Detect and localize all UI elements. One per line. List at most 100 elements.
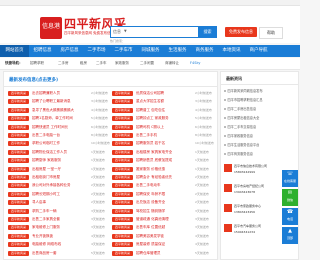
merchant-name[interactable]: 四平市信息技术有限公司 xyxy=(234,164,267,168)
listing-row[interactable]: 四平新风采 招聘普工 包吃包住 4小时前发布 xyxy=(112,107,216,115)
merchant-name[interactable]: 四平市家政服务中心 xyxy=(234,204,261,208)
listing-tag[interactable]: 四平新风采 xyxy=(112,250,133,256)
listing-row[interactable]: 四平新风采 搬家服务 价格优惠 1天前发布 xyxy=(112,166,216,174)
nav-item-business[interactable]: 商务服务 xyxy=(191,45,218,57)
merchant-name[interactable]: 四平市房地产经纪公司 xyxy=(234,184,264,188)
listing-title-link[interactable]: 家电维修上门服务 xyxy=(32,225,90,230)
listing-title-link[interactable]: 急寻了黑色大鹅蛋鹅蛋鹅大 xyxy=(32,108,90,113)
listing-tag[interactable]: 四平新风采 xyxy=(112,166,133,172)
listing-title-link[interactable]: 招聘服务员 若干名 xyxy=(136,141,194,146)
listing-row[interactable]: 四平新风采 出售车库 位置优越 3天前发布 xyxy=(112,224,216,232)
listing-title-link[interactable]: 驾校招生 随到随学 xyxy=(136,209,194,214)
listing-row[interactable]: 四平新风采 出售二手电脑一台 8小时前发布 xyxy=(8,132,112,140)
listing-title-link[interactable]: 出租临街门市房屋 xyxy=(32,175,90,180)
listing-title-link[interactable]: 求职公司临时工作 xyxy=(32,141,90,146)
search-button[interactable]: 搜索 xyxy=(198,26,217,38)
listing-row[interactable]: 四平新风采 招聘快递员 工作时间长 6小时前发布 xyxy=(8,124,112,132)
listing-tag[interactable]: 四平新风采 xyxy=(8,133,29,138)
listing-title-link[interactable]: 出租楼房 家具家电齐全 xyxy=(136,150,194,155)
listing-title-link[interactable]: 招聘长短期小时工 xyxy=(32,192,90,197)
listing-title-link[interactable]: 招聘仓库管理员 xyxy=(136,251,194,256)
listing-tag[interactable]: 四平新风采 xyxy=(112,107,133,113)
listing-tag[interactable]: 四平新风采 xyxy=(112,233,133,239)
sidebar-news-link[interactable]: 四平新风采同城信息发布 xyxy=(224,88,263,93)
listing-title-link[interactable]: 招聘司机 C照以上 xyxy=(136,125,194,130)
listing-row[interactable]: 四平新风采 出售二手手机 8小时前发布 xyxy=(112,132,216,140)
quick-nav-item-shop-transfer[interactable]: 商铺转让 xyxy=(165,61,179,66)
listing-title-link[interactable]: 优质保洁公司招聘 xyxy=(136,91,194,96)
listing-tag[interactable]: 四平新风采 xyxy=(112,116,133,122)
listing-row[interactable]: 四平新风采 驾校招生 随到随学 3天前发布 xyxy=(112,208,216,216)
listing-title-link[interactable]: 出兑饭店 设备齐全 xyxy=(136,200,194,205)
quick-nav-item-cars[interactable]: 二手车 xyxy=(96,61,107,66)
search-category-select[interactable]: 信息 xyxy=(113,29,121,35)
listing-title-link[interactable]: 招聘保安 年龄不限 xyxy=(136,192,194,197)
listing-title-link[interactable]: 招聘1名厨师，单工作时间 xyxy=(32,116,90,121)
listing-title-link[interactable]: 出售二手电脑一台 xyxy=(32,133,90,138)
listing-row[interactable]: 四平新风采 急寻了黑色大鹅蛋鹅蛋鹅大 4小时前发布 xyxy=(8,107,112,115)
chevron-down-icon[interactable]: ▼ xyxy=(124,29,127,33)
listing-title-link[interactable]: 搬家服务 价格优惠 xyxy=(136,167,194,172)
sidebar-news-link[interactable]: 四平二手房出售信息 xyxy=(224,106,256,111)
listing-title-link[interactable]: 专业开锁换锁 xyxy=(32,234,90,239)
listing-tag[interactable]: 四平新风采 xyxy=(8,191,29,197)
nav-item-life-service[interactable]: 生活服务 xyxy=(164,45,191,57)
listing-tag[interactable]: 四平新风采 xyxy=(8,149,29,155)
listing-row[interactable]: 四平新风采 招聘司机 C照以上 6小时前发布 xyxy=(112,124,216,132)
listing-title-link[interactable]: 求购二手车一辆 xyxy=(32,209,90,214)
listing-title-link[interactable]: 招聘美容美发学徒 xyxy=(136,234,194,239)
listing-row[interactable]: 四平新风采 家电维修上门服务 3天前发布 xyxy=(8,224,112,232)
listing-title-link[interactable]: 我公司对外承接各种业务 xyxy=(32,183,90,188)
listing-row[interactable]: 四平新风采 招聘销售员 底薪加提成 1天前发布 xyxy=(112,157,216,165)
floating-service-button[interactable]: ☏ 在线客服 xyxy=(282,170,298,187)
listing-row[interactable]: 四平新风采 重点大学招生名额 3小时前发布 xyxy=(112,98,216,106)
listing-tag[interactable]: 四平新风采 xyxy=(112,200,133,206)
listing-tag[interactable]: 四平新风采 xyxy=(8,250,29,256)
help-button[interactable]: 帮助 xyxy=(259,27,283,39)
quick-nav-item-f4sky[interactable]: F4Sky xyxy=(190,61,200,65)
listing-row[interactable]: 四平新风采 我公司对外承接各种业务 2天前发布 xyxy=(8,182,112,190)
listing-row[interactable]: 四平新风采 招聘钟点工 家政服务 5小时前发布 xyxy=(112,115,216,123)
nav-item-house[interactable]: 房产信息 xyxy=(56,45,83,57)
listing-row[interactable]: 四平新风采 管道疏通 化粪池清理 3天前发布 xyxy=(112,216,216,224)
listing-title-link[interactable]: 出售车库 位置优越 xyxy=(136,225,194,230)
listing-tag[interactable]: 四平新风采 xyxy=(8,158,29,164)
listing-title-link[interactable]: 出售二手手机 xyxy=(136,133,194,138)
floating-wechat-button[interactable]: ✉ 微信 xyxy=(282,189,298,206)
sidebar-news-link[interactable]: 四平市招聘求职信息汇总 xyxy=(224,97,263,102)
listing-row[interactable]: 四平新风采 出售商品房一套 5天前发布 xyxy=(8,250,112,258)
listing-title-link[interactable]: 招聘钟点工 家政服务 xyxy=(136,116,194,121)
listing-row[interactable]: 四平新风采 招聘长短期小时工 2天前发布 xyxy=(8,191,112,199)
listing-tag[interactable]: 四平新风采 xyxy=(8,116,29,122)
listing-row[interactable]: 四平新风采 出售二手电动车 2天前发布 xyxy=(112,182,216,190)
listing-row[interactable]: 四平新风采 招聘厨师 家政服务 1天前发布 xyxy=(8,157,112,165)
quick-nav-item-idle[interactable]: 二手闲置 xyxy=(140,61,154,66)
listing-row[interactable]: 四平新风采 电脑维修 网络布线 4天前发布 xyxy=(8,241,112,249)
sidebar-news-link[interactable]: 四平商务服务信息 xyxy=(224,151,253,156)
listing-tag[interactable]: 四平新风采 xyxy=(8,208,29,214)
post-info-button[interactable]: 免费发布信息 xyxy=(225,27,257,37)
listing-tag[interactable]: 四平新风采 xyxy=(112,225,133,231)
quick-nav-item-jobs[interactable]: 招聘求职 xyxy=(30,61,44,66)
search-bar[interactable]: 信息 ▼ 搜索 xyxy=(110,26,217,38)
nav-item-news[interactable]: 本地资讯 xyxy=(218,45,245,57)
listing-tag[interactable]: 四平新风采 xyxy=(8,166,29,172)
listing-row[interactable]: 四平新风采 出租临街门市房屋 2天前发布 xyxy=(8,174,112,182)
listing-tag[interactable]: 四平新风采 xyxy=(8,99,29,105)
listing-tag[interactable]: 四平新风采 xyxy=(8,225,29,231)
quick-nav-item-rent[interactable]: 租房 xyxy=(80,61,87,66)
listing-title-link[interactable]: 招聘厨师 家政服务 xyxy=(32,158,90,163)
listing-title-link[interactable]: 招聘了公聘职工最新消息 xyxy=(32,99,90,104)
sidebar-news-link[interactable]: 四平房屋出租信息大全 xyxy=(224,115,259,120)
listing-row[interactable]: 四平新风采 招聘仓库管理员 5天前发布 xyxy=(112,250,216,258)
listing-title-link[interactable]: 招聘普工 包吃包住 xyxy=(136,108,194,113)
listing-row[interactable]: 四平新风采 房屋装修 质量保证 4天前发布 xyxy=(112,241,216,249)
listing-tag[interactable]: 四平新风采 xyxy=(112,99,133,105)
listing-title-link[interactable]: 电脑维修 网络布线 xyxy=(32,242,90,247)
listing-row[interactable]: 四平新风采 专业开锁换锁 4天前发布 xyxy=(8,233,112,241)
listing-tag[interactable]: 四平新风采 xyxy=(112,242,133,248)
listing-tag[interactable]: 四平新风采 xyxy=(112,133,133,138)
listing-title-link[interactable]: 寻人启事 xyxy=(32,200,90,205)
listing-title-link[interactable]: 招聘物业保洁工作人员 xyxy=(32,150,90,155)
listing-tag[interactable]: 四平新风采 xyxy=(112,183,133,189)
